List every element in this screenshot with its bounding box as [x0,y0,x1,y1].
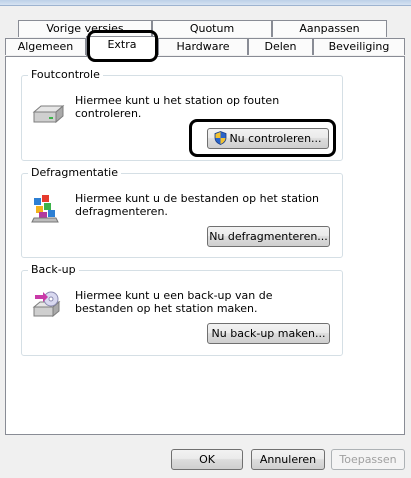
tab-tools[interactable]: Extra [86,36,158,57]
check-now-label: Nu controleren... [229,132,322,145]
error-checking-group: Foutcontrole Hiermee kunt u het station … [21,68,343,161]
error-checking-title: Foutcontrole [28,68,103,82]
backup-title: Back-up [28,263,79,277]
error-checking-description: Hiermee kunt u het station op fouten con… [75,94,280,120]
defrag-icon [31,192,61,227]
apply-button[interactable]: Toepassen [331,449,405,470]
defragmentation-title: Defragmentatie [28,166,122,180]
ok-button[interactable]: OK [171,449,243,470]
backup-description: Hiermee kunt u een back-up van de bestan… [75,289,273,315]
tools-tab-panel: Foutcontrole Hiermee kunt u het station … [5,56,405,435]
tab-quota[interactable]: Quotum [152,20,272,37]
defragmentation-group: Defragmentatie Hiermee kunt u de bestand… [21,166,343,258]
drive-icon [31,102,65,131]
tab-sharing[interactable]: Delen [248,38,313,55]
defragment-now-button[interactable]: Nu defragmenteren... [207,226,330,247]
cancel-button[interactable]: Annuleren [251,449,325,470]
backup-group: Back-up Hiermee kunt u een back-up van d… [21,263,343,356]
backup-icon [31,291,63,324]
tab-security[interactable]: Beveiliging [313,38,405,55]
tab-general[interactable]: Algemeen [5,38,86,55]
tab-hardware[interactable]: Hardware [158,38,248,55]
window-title-bar [0,0,411,6]
tab-previous-versions[interactable]: Vorige versies [18,20,152,37]
uac-shield-icon [214,131,227,151]
tab-customize[interactable]: Aanpassen [272,20,387,37]
backup-now-button[interactable]: Nu back-up maken... [207,323,330,344]
defragmentation-description: Hiermee kunt u de bestanden op het stati… [75,192,320,218]
check-now-button[interactable]: Nu controleren... [207,128,329,149]
